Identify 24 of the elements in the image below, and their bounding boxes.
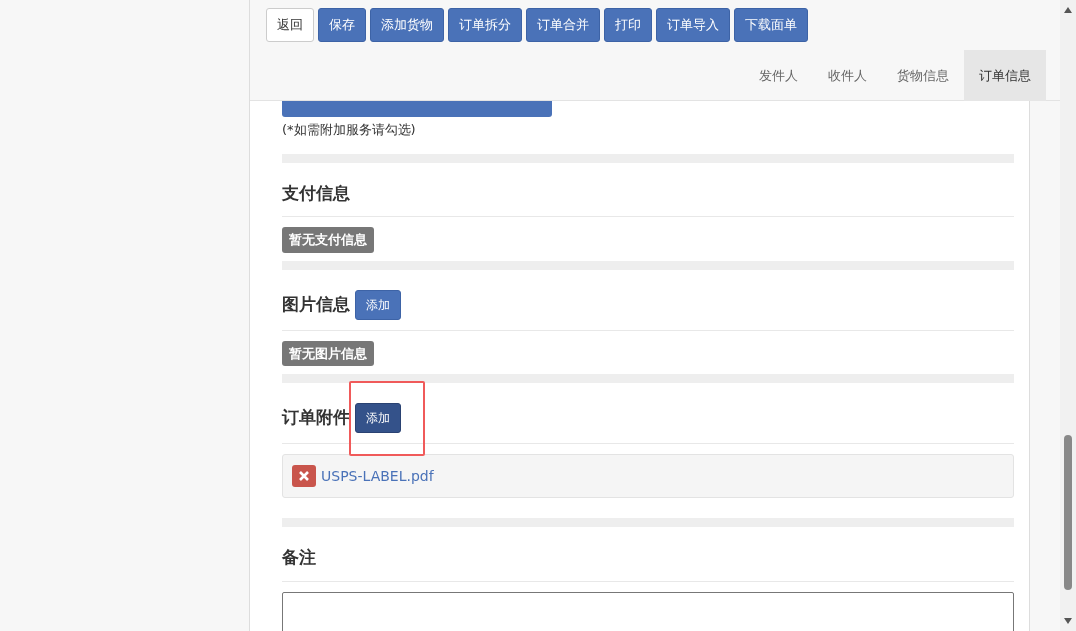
- toolbar-button[interactable]: 订单合并: [526, 8, 600, 42]
- toolbar-button[interactable]: 订单导入: [656, 8, 730, 42]
- add-button[interactable]: 添加: [355, 403, 401, 433]
- delete-icon[interactable]: [292, 465, 316, 487]
- scrollbar[interactable]: [1060, 0, 1076, 631]
- toolbar-button[interactable]: 添加货物: [370, 8, 444, 42]
- tab[interactable]: 发件人: [744, 50, 813, 101]
- back-button[interactable]: 返回: [266, 8, 314, 42]
- toolbar-button[interactable]: 保存: [318, 8, 366, 42]
- add-button[interactable]: 添加: [355, 289, 401, 320]
- tab[interactable]: 收件人: [813, 50, 882, 101]
- empty-badge: 暂无支付信息: [282, 227, 374, 253]
- toolbar-button[interactable]: 打印: [604, 8, 652, 42]
- empty-badge: 暂无图片信息: [282, 340, 374, 366]
- tab[interactable]: 订单信息: [964, 50, 1046, 101]
- file-link[interactable]: USPS-LABEL.pdf: [321, 465, 434, 487]
- section-title: 支付信息: [282, 181, 350, 205]
- hint-text: (*如需附加服务请勾选): [282, 121, 417, 139]
- section-title: 备注: [282, 546, 316, 569]
- section-title: 订单附件: [282, 406, 350, 430]
- section-title: 图片信息: [282, 292, 350, 316]
- toolbar-button[interactable]: 下载面单: [734, 8, 808, 42]
- toolbar-button[interactable]: 订单拆分: [448, 8, 522, 42]
- tab[interactable]: 货物信息: [882, 50, 964, 101]
